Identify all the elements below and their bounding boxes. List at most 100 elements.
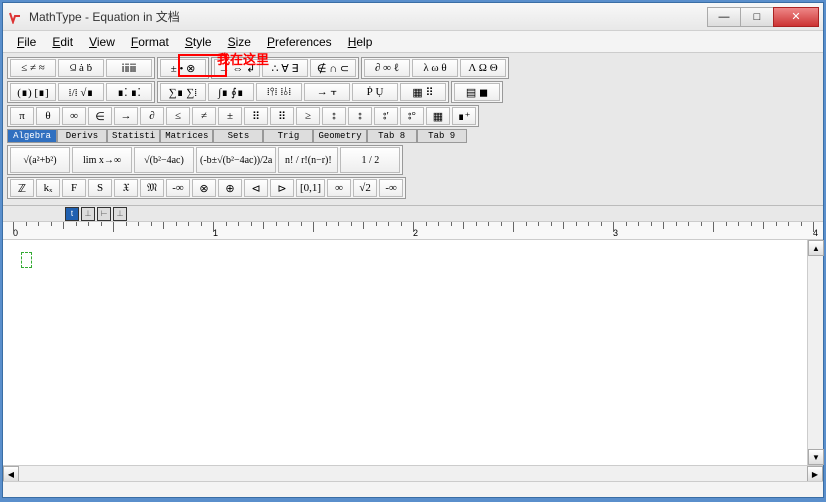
tool-button[interactable]: F [62, 179, 86, 197]
tool-button[interactable]: ⦂° [400, 107, 424, 125]
tool-button[interactable]: ± [218, 107, 242, 125]
tab-tab 8[interactable]: Tab 8 [367, 129, 417, 143]
pin-button[interactable]: ⊥ [81, 207, 95, 221]
tool-button[interactable]: ∂ [140, 107, 164, 125]
tool-button[interactable]: ⠿ [270, 107, 294, 125]
tool-button[interactable]: ∈ [88, 107, 112, 125]
tool-button[interactable]: (-b±√(b²−4ac))/2a [196, 147, 276, 173]
tab-matrices[interactable]: Matrices [160, 129, 213, 143]
tool-button[interactable]: ⊕ [218, 179, 242, 197]
menu-style[interactable]: Style [177, 33, 220, 51]
tool-button[interactable]: √(a²+b²) [10, 147, 70, 173]
tool-button[interactable]: √2 [353, 179, 377, 197]
app-icon [7, 9, 23, 25]
tool-button[interactable]: ∞ [327, 179, 351, 197]
tab-algebra[interactable]: Algebra [7, 129, 57, 143]
minimize-button[interactable]: — [707, 7, 741, 27]
tool-button[interactable]: Λ Ω Θ [460, 59, 506, 77]
maximize-button[interactable]: □ [740, 7, 774, 27]
tool-button[interactable]: 𝔐 [140, 179, 164, 197]
tool-button[interactable]: λ ω θ [412, 59, 458, 77]
tool-group: ≤ ≠ ≈⫑ ȧ ḃⅰⅱⅲ [7, 57, 155, 79]
tool-button[interactable]: lim x→∞ [72, 147, 132, 173]
tool-button[interactable]: ▦ ⠿ [400, 83, 446, 101]
menu-file[interactable]: File [9, 33, 44, 51]
tab-sets[interactable]: Sets [213, 129, 263, 143]
ruler: 01234 [3, 222, 823, 240]
tool-button[interactable]: -∞ [166, 179, 190, 197]
tool-group: ∂ ∞ ℓλ ω θΛ Ω Θ [361, 57, 509, 79]
tool-button[interactable]: ∑∎ ∑⁞ [160, 83, 206, 101]
tool-button[interactable]: ⫑ ȧ ḃ [58, 59, 104, 77]
tool-button[interactable]: ± • ⊗ [160, 59, 206, 77]
tool-button[interactable]: 1 / 2 [340, 147, 400, 173]
tool-button[interactable]: ≤ ≠ ≈ [10, 59, 56, 77]
tool-button[interactable]: ≥ [296, 107, 320, 125]
pin-button[interactable]: ⊥ [113, 207, 127, 221]
scroll-down-icon[interactable]: ▼ [808, 449, 824, 465]
tool-button[interactable]: √(b²−4ac) [134, 147, 194, 173]
tool-button[interactable]: ⠿ [244, 107, 268, 125]
tab-trig[interactable]: Trig [263, 129, 313, 143]
tool-button[interactable]: ⊲ [244, 179, 268, 197]
tool-button[interactable]: ∂ ∞ ℓ [364, 59, 410, 77]
tool-button[interactable]: ∎⁚ ∎⁚ [106, 83, 152, 101]
tool-button[interactable]: [0,1] [296, 179, 325, 197]
pin-button[interactable]: ⊢ [97, 207, 111, 221]
menu-preferences[interactable]: Preferences [259, 33, 340, 51]
tool-group: πθ∞∈→∂≤≠±⠿⠿≥⦂⦂⦂′⦂°▦∎⁺ [7, 105, 479, 127]
tool-button[interactable]: ∞ [62, 107, 86, 125]
close-button[interactable]: ✕ [773, 7, 819, 27]
menubar: FileEditViewFormatStyleSizePreferencesHe… [3, 31, 823, 53]
scroll-right-icon[interactable]: ▶ [807, 466, 823, 482]
tool-button[interactable]: ⦂ [348, 107, 372, 125]
horizontal-scrollbar[interactable]: ◀ ▶ [3, 465, 823, 481]
tool-group: ∑∎ ∑⁞∫∎ ∮∎⁞⫯⁞ ⁞⫰⁞→ ⫟Ṗ Ụ▦ ⠿ [157, 81, 449, 103]
menu-size[interactable]: Size [220, 33, 259, 51]
tool-button[interactable]: ⦂′ [374, 107, 398, 125]
tool-button[interactable]: ⁞/⁞ √∎ [58, 83, 104, 101]
tool-button[interactable]: ▦ [426, 107, 450, 125]
tool-button[interactable]: ∫∎ ∮∎ [208, 83, 254, 101]
tool-button[interactable]: 𝔛 [114, 179, 138, 197]
tool-button[interactable]: Ṗ Ụ [352, 83, 398, 101]
tab-tab 9[interactable]: Tab 9 [417, 129, 467, 143]
tool-button[interactable]: S [88, 179, 112, 197]
menu-edit[interactable]: Edit [44, 33, 81, 51]
tool-button[interactable]: ▤ ◼ [454, 83, 500, 101]
tool-button[interactable]: ⁞⫯⁞ ⁞⫰⁞ [256, 83, 302, 101]
edit-area[interactable]: ▲ ▼ [3, 240, 823, 465]
tool-button[interactable]: ⊗ [192, 179, 216, 197]
menu-format[interactable]: Format [123, 33, 177, 51]
tool-button[interactable]: n! / r!(n−r)! [278, 147, 338, 173]
template-group: √(a²+b²)lim x→∞√(b²−4ac)(-b±√(b²−4ac))/2… [7, 145, 403, 175]
tool-button[interactable]: π [10, 107, 34, 125]
tool-button[interactable]: ∎⁺ [452, 107, 476, 125]
tool-button[interactable]: θ [36, 107, 60, 125]
tool-button[interactable]: ⅰⅱⅲ [106, 59, 152, 77]
tool-button[interactable]: kₓ [36, 179, 60, 197]
tool-button[interactable]: ℤ [10, 179, 34, 197]
tool-button[interactable]: → ⫟ [304, 83, 350, 101]
tool-button[interactable]: -∞ [379, 179, 403, 197]
menu-help[interactable]: Help [340, 33, 381, 51]
pin-button[interactable]: t [65, 207, 79, 221]
tool-group: ± • ⊗ [157, 57, 209, 79]
menu-view[interactable]: View [81, 33, 123, 51]
tool-button[interactable]: ≠ [192, 107, 216, 125]
tool-button[interactable]: ≤ [166, 107, 190, 125]
tool-button[interactable]: (∎) [∎] [10, 83, 56, 101]
scroll-up-icon[interactable]: ▲ [808, 240, 824, 256]
tab-statisti[interactable]: Statisti [107, 129, 160, 143]
tool-group: ▤ ◼ [451, 81, 503, 103]
tool-button[interactable]: ⦂ [322, 107, 346, 125]
tool-group: (∎) [∎]⁞/⁞ √∎∎⁚ ∎⁚ [7, 81, 155, 103]
tab-geometry[interactable]: Geometry [313, 129, 366, 143]
vertical-scrollbar[interactable]: ▲ ▼ [807, 240, 823, 465]
insertion-cursor [21, 252, 32, 268]
tool-button[interactable]: ⊳ [270, 179, 294, 197]
tab-derivs[interactable]: Derivs [57, 129, 107, 143]
scroll-left-icon[interactable]: ◀ [3, 466, 19, 482]
tool-button[interactable]: → [114, 107, 138, 125]
tool-button[interactable]: ∉ ∩ ⊂ [310, 59, 356, 77]
